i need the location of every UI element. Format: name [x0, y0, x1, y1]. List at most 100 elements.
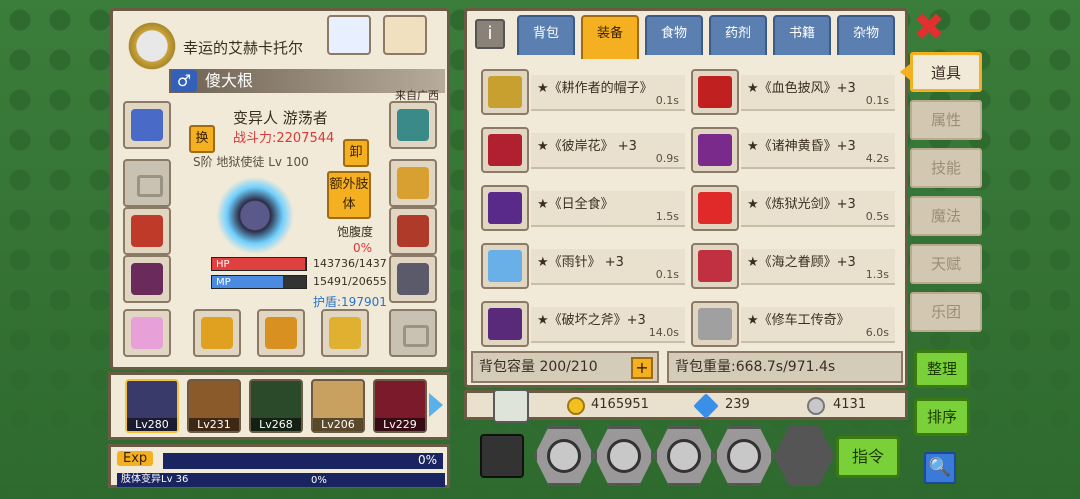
- expand-capacity-button[interactable]: +: [631, 357, 653, 379]
- inventory-item[interactable]: ★《海之眷顾》+3 1.3s: [691, 243, 895, 289]
- ring-slot[interactable]: [389, 159, 437, 207]
- ring-icon: [397, 167, 429, 199]
- side-tab-4[interactable]: 天赋: [910, 244, 982, 284]
- armor-slot[interactable]: [123, 207, 171, 255]
- item-name: ★《雨针》 +3: [537, 255, 624, 270]
- equipment-icon: [488, 192, 522, 224]
- item-name: ★《日全食》: [537, 197, 614, 212]
- exp-label: Exp: [117, 451, 154, 466]
- weapon-slot-3[interactable]: [321, 309, 369, 357]
- inventory-item[interactable]: ★《耕作者的帽子》 0.1s: [481, 69, 685, 115]
- bag-capacity-text: 背包容量 200/210: [479, 359, 598, 375]
- download-icon[interactable]: [493, 389, 529, 423]
- belt-slot[interactable]: [389, 207, 437, 255]
- inventory-item[interactable]: ★《血色披风》+3 0.1s: [691, 69, 895, 115]
- side-tab-5[interactable]: 乐团: [910, 292, 982, 332]
- boots-slot[interactable]: [389, 255, 437, 303]
- item-bar: ★《诸神黄昏》+3 4.2s: [741, 133, 895, 169]
- limb-mutation-label: 肢体变异Lv 36: [121, 474, 189, 485]
- mp-bar: MP: [211, 275, 307, 289]
- party-member[interactable]: Lv280: [125, 379, 179, 433]
- inventory-item[interactable]: ★《日全食》 1.5s: [481, 185, 685, 231]
- gauntlet-icon: [131, 263, 163, 295]
- spear-icon: [265, 317, 297, 349]
- item-weight: 0.5s: [865, 210, 889, 223]
- item-bar: ★《修车工传奇》 6.0s: [741, 307, 895, 343]
- close-icon[interactable]: ✖: [912, 8, 946, 46]
- limb-mutation-bar: 肢体变异Lv 36: [117, 473, 445, 487]
- numbers-icon[interactable]: [480, 434, 524, 478]
- item-name: ★《耕作者的帽子》: [537, 81, 653, 96]
- inventory-item[interactable]: ★《雨针》 +3 0.1s: [481, 243, 685, 289]
- tab-1[interactable]: 装备: [581, 15, 639, 59]
- party-member[interactable]: Lv229: [373, 379, 427, 433]
- order-button[interactable]: 排序: [914, 398, 970, 436]
- tab-5[interactable]: 杂物: [837, 15, 895, 55]
- item-weight: 14.0s: [648, 326, 679, 339]
- hanger-icon[interactable]: [383, 15, 427, 55]
- party-member[interactable]: Lv268: [249, 379, 303, 433]
- male-icon: ♂: [171, 70, 197, 92]
- empty-slot[interactable]: [123, 159, 171, 207]
- inventory-item[interactable]: ★《彼岸花》 +3 0.9s: [481, 127, 685, 173]
- gauntlet-slot[interactable]: [123, 255, 171, 303]
- currency-row: 4165951 239 4131: [464, 389, 908, 423]
- inventory-item[interactable]: ★《修车工传奇》 6.0s: [691, 301, 895, 347]
- character-class: 变异人 游荡者: [233, 109, 328, 127]
- empty-slot[interactable]: [389, 309, 437, 357]
- arrow-right-icon[interactable]: [429, 393, 443, 417]
- weapon-slot-2[interactable]: [257, 309, 305, 357]
- bag-capacity: 背包容量 200/210 +: [471, 351, 659, 383]
- side-tab-3[interactable]: 魔法: [910, 196, 982, 236]
- silver-coin-icon: [807, 397, 825, 415]
- character-sprite: [205, 175, 305, 265]
- party-member-level: Lv231: [189, 418, 239, 431]
- inventory-item[interactable]: ★《炼狱光剑》+3 0.5s: [691, 185, 895, 231]
- equipment-icon: [698, 250, 732, 282]
- item-weight: 1.3s: [865, 268, 889, 281]
- tab-4[interactable]: 书籍: [773, 15, 831, 55]
- item-bar: ★《耕作者的帽子》 0.1s: [531, 75, 685, 111]
- extra-limb-button[interactable]: 额外肢体: [327, 171, 371, 219]
- inventory-item[interactable]: ★《诸神黄昏》+3 4.2s: [691, 127, 895, 173]
- party-bar: Lv280 Lv231 Lv268 Lv206 Lv229: [108, 372, 450, 440]
- side-tab-2[interactable]: 技能: [910, 148, 982, 188]
- swap-button[interactable]: 换: [189, 125, 215, 153]
- side-tab-0[interactable]: 道具: [910, 52, 982, 92]
- exp-panel: Exp 0% 肢体变异Lv 36 0%: [108, 444, 450, 488]
- inventory-panel: i 背包 装备 食物 药剂 书籍 杂物 ★《耕作者的帽子》 0.1s ★《血色披风》+3 0.1…: [464, 8, 908, 388]
- inventory-item[interactable]: ★《破坏之斧》+3 14.0s: [481, 301, 685, 347]
- bag-weight: 背包重量:668.7s/971.4s: [667, 351, 903, 383]
- sort-button[interactable]: 整理: [914, 350, 970, 388]
- search-icon[interactable]: 🔍: [924, 452, 956, 484]
- item-weight: 0.1s: [655, 268, 679, 281]
- tab-3[interactable]: 药剂: [709, 15, 767, 55]
- combat-power: 战斗力:2207544: [233, 131, 335, 146]
- command-button[interactable]: 指令: [836, 436, 900, 478]
- item-weight: 6.0s: [865, 326, 889, 339]
- weapon-slot-1[interactable]: [193, 309, 241, 357]
- item-bar: ★《日全食》 1.5s: [531, 191, 685, 227]
- pet-slot[interactable]: [123, 309, 171, 357]
- item-icon: [691, 185, 739, 231]
- crystal-icon[interactable]: [327, 15, 371, 55]
- accessory-slot[interactable]: [389, 101, 437, 149]
- party-member[interactable]: Lv206: [311, 379, 365, 433]
- side-tab-1[interactable]: 属性: [910, 100, 982, 140]
- equipment-icon: [698, 192, 732, 224]
- tab-2[interactable]: 食物: [645, 15, 703, 55]
- character-rank: S阶 地狱使徒 Lv 100: [193, 155, 309, 169]
- party-member[interactable]: Lv231: [187, 379, 241, 433]
- unequip-button[interactable]: 卸: [343, 139, 369, 167]
- party-member-level: Lv229: [375, 418, 425, 431]
- swap-icon: [727, 439, 761, 473]
- item-icon: [481, 185, 529, 231]
- tab-0[interactable]: 背包: [517, 15, 575, 55]
- item-name: ★《彼岸花》 +3: [537, 139, 637, 154]
- helmet-icon: [131, 109, 163, 141]
- item-name: ★《海之眷顾》+3: [747, 255, 856, 270]
- hp-text: 143736/1437: [313, 257, 387, 270]
- helmet-slot[interactable]: [123, 101, 171, 149]
- info-button[interactable]: i: [475, 19, 505, 49]
- item-name: ★《修车工传奇》: [747, 313, 850, 328]
